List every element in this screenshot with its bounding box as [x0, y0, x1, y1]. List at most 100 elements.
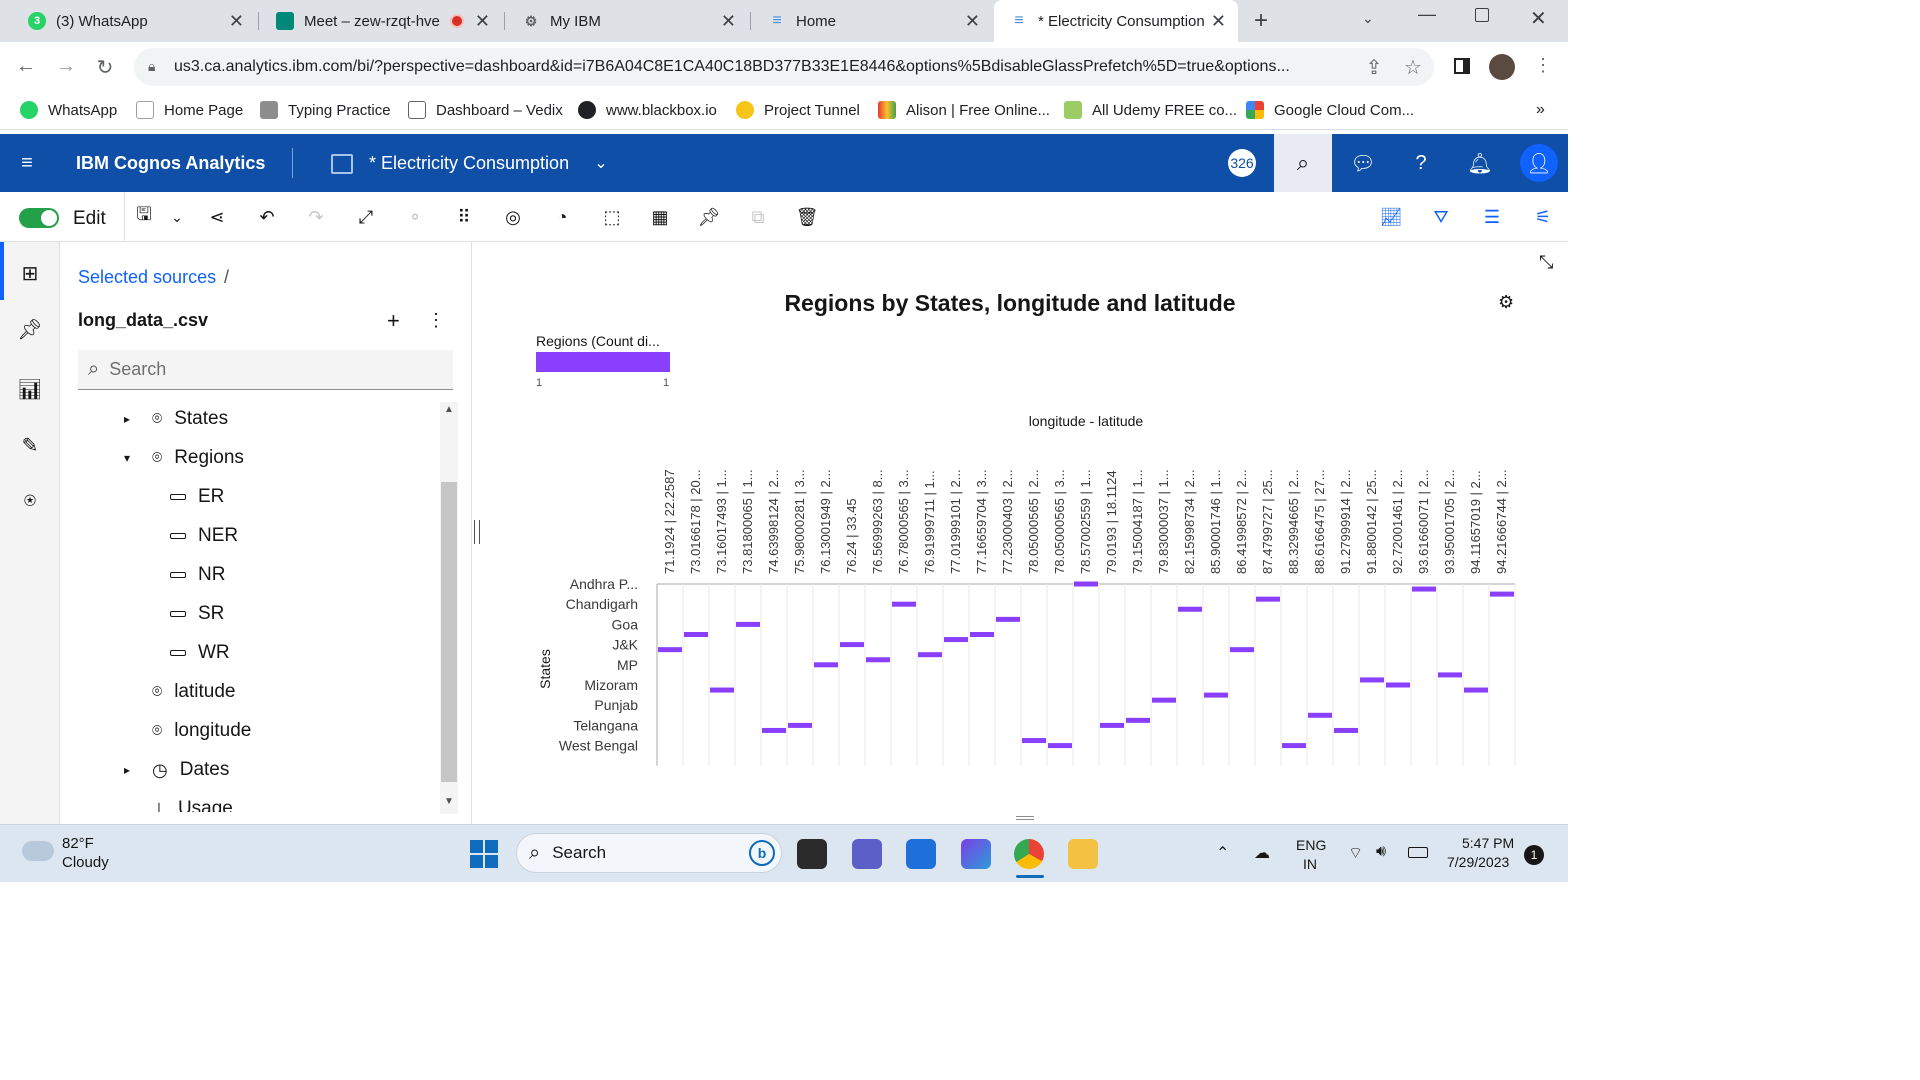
- more-bookmarks-icon[interactable]: »: [1536, 101, 1545, 119]
- tab-whatsapp[interactable]: 3 (3) WhatsApp ✕: [12, 0, 256, 42]
- heatmap-cell[interactable]: [1256, 596, 1280, 602]
- expand-icon[interactable]: ⤢: [354, 205, 378, 229]
- new-tab-button[interactable]: +: [1254, 7, 1268, 35]
- tree-item-wr[interactable]: WR: [170, 638, 230, 668]
- heatmap-cell[interactable]: [1360, 677, 1384, 683]
- heatmap-cell[interactable]: [892, 601, 916, 607]
- copy-icon[interactable]: ⧉: [746, 205, 770, 229]
- store-icon[interactable]: [906, 839, 936, 869]
- heatmap-cell[interactable]: [1464, 687, 1488, 693]
- scroll-down-icon[interactable]: ▼: [444, 796, 454, 807]
- heatmap-cell[interactable]: [944, 637, 968, 643]
- bookmark-star-icon[interactable]: ☆: [1401, 55, 1425, 80]
- tree-item-longitude[interactable]: ⌾ longitude: [124, 716, 251, 746]
- heatmap-cell[interactable]: [1152, 697, 1176, 703]
- filter-connect-icon[interactable]: ⚬: [403, 205, 427, 229]
- profile-avatar[interactable]: [1489, 54, 1515, 80]
- tab-meet[interactable]: Meet – zew-rzqt-hve ✕: [260, 0, 502, 42]
- chevron-down-icon[interactable]: ⌄: [165, 205, 189, 229]
- share-icon[interactable]: ⋖: [205, 205, 229, 229]
- bookmark-blackbox[interactable]: www.blackbox.io: [578, 101, 717, 119]
- bookmark-google-cloud[interactable]: Google Cloud Com...: [1246, 101, 1414, 119]
- share-icon[interactable]: ⇪: [1362, 55, 1386, 80]
- panel-resize-handle[interactable]: [474, 520, 480, 544]
- tree-item-ner[interactable]: NER: [170, 521, 238, 551]
- heatmap-cell[interactable]: [1230, 647, 1254, 653]
- tab-my-ibm[interactable]: ⚙ My IBM ✕: [506, 0, 748, 42]
- dashboard-title[interactable]: * Electricity Consumption: [369, 153, 569, 174]
- onedrive-icon[interactable]: ☁: [1254, 843, 1270, 863]
- tree-item-er[interactable]: ER: [170, 482, 224, 512]
- wifi-icon[interactable]: ⌔: [1348, 843, 1363, 863]
- search-icon[interactable]: ⌕: [1274, 134, 1332, 192]
- bookmark-typing-practice[interactable]: Typing Practice: [260, 101, 391, 119]
- overflow-menu-icon[interactable]: ⋮: [427, 310, 445, 331]
- chevron-down-icon[interactable]: ⌄: [586, 148, 616, 178]
- heatmap-cell[interactable]: [788, 722, 812, 728]
- heatmap-cell[interactable]: [814, 662, 838, 668]
- heatmap-cell[interactable]: [1022, 738, 1046, 744]
- tree-item-sr[interactable]: SR: [170, 599, 224, 629]
- table-icon[interactable]: ▦: [648, 205, 672, 229]
- volume-icon[interactable]: 🔊︎: [1376, 843, 1386, 861]
- caret-icon[interactable]: ▾: [124, 451, 138, 465]
- breadcrumb[interactable]: Selected sources: [78, 267, 216, 288]
- heatmap-cell[interactable]: [736, 621, 760, 627]
- teams-icon[interactable]: [852, 839, 882, 869]
- weather-desc[interactable]: Cloudy: [62, 854, 109, 871]
- tree-scrollbar[interactable]: ▲ ▼: [440, 402, 458, 814]
- heatmap-cell[interactable]: [1282, 743, 1306, 749]
- heatmap-cell[interactable]: [1048, 743, 1072, 749]
- tree-item-nr[interactable]: NR: [170, 560, 225, 590]
- close-icon[interactable]: ✕: [1211, 11, 1226, 32]
- user-icon[interactable]: 👤︎: [1520, 144, 1558, 182]
- tree-item-usage[interactable]: ⊥ Usage: [124, 794, 233, 812]
- heatmap-cell[interactable]: [1386, 682, 1410, 688]
- more-menu-icon[interactable]: ⋮: [1531, 55, 1555, 76]
- heatmap-cell[interactable]: [1204, 692, 1228, 698]
- heatmap-cell[interactable]: [866, 657, 890, 663]
- tree-item-dates[interactable]: ▸ ◷ Dates: [124, 755, 229, 785]
- bookmark-alison[interactable]: Alison | Free Online...: [878, 101, 1050, 119]
- restore-icon[interactable]: [1475, 8, 1489, 22]
- close-window-icon[interactable]: ✕: [1530, 6, 1547, 31]
- language-top[interactable]: ENG: [1296, 837, 1326, 853]
- heatmap-cell[interactable]: [1438, 672, 1462, 678]
- bookmark-udemy[interactable]: All Udemy FREE co...: [1064, 101, 1237, 119]
- pin-icon[interactable]: 📌︎: [697, 205, 721, 229]
- heatmap-cell[interactable]: [996, 616, 1020, 622]
- notification-badge[interactable]: 1: [1524, 845, 1544, 865]
- undo-icon[interactable]: ↶: [255, 205, 279, 229]
- caret-icon[interactable]: ▸: [124, 412, 138, 426]
- tree-item-states[interactable]: ▸ ⌾ States: [124, 404, 228, 434]
- task-view-icon[interactable]: [797, 839, 827, 869]
- search-input[interactable]: ⌕ Search: [78, 350, 453, 390]
- delete-icon[interactable]: 🗑︎: [795, 205, 819, 229]
- heatmap-chart[interactable]: Regions by States, longitude and latitud…: [483, 242, 1568, 814]
- clock-date[interactable]: 7/29/2023: [1447, 854, 1509, 870]
- caret-icon[interactable]: ▸: [124, 763, 138, 777]
- hamburger-menu-icon[interactable]: ≡: [12, 148, 42, 178]
- clock-time[interactable]: 5:47 PM: [1462, 835, 1514, 851]
- taskbar-search[interactable]: ⌕ Search b: [516, 833, 782, 873]
- battery-icon[interactable]: [1408, 847, 1428, 858]
- tab-search-icon[interactable]: ⌄: [1362, 10, 1374, 27]
- close-icon[interactable]: ✕: [721, 11, 736, 32]
- bing-icon[interactable]: b: [749, 840, 775, 866]
- heatmap-cell[interactable]: [1490, 591, 1514, 597]
- select-region-icon[interactable]: ⬚: [600, 205, 624, 229]
- chrome-icon[interactable]: [1014, 839, 1044, 869]
- heatmap-cell[interactable]: [840, 642, 864, 648]
- heatmap-cell[interactable]: [1074, 581, 1098, 587]
- bookmark-whatsapp[interactable]: WhatsApp: [20, 101, 117, 119]
- heatmap-cell[interactable]: [1412, 586, 1436, 592]
- tree-item-regions[interactable]: ▾ ⌾ Regions: [124, 443, 244, 473]
- heatmap-cell[interactable]: [1178, 606, 1202, 612]
- data-sources-icon[interactable]: ⊞: [17, 260, 43, 286]
- file-explorer-icon[interactable]: [1068, 839, 1098, 869]
- properties-icon[interactable]: ⚟: [1531, 205, 1555, 229]
- minimize-icon[interactable]: —: [1418, 4, 1436, 25]
- chat-icon[interactable]: 💬︎: [1348, 148, 1378, 178]
- bell-icon[interactable]: 🔔︎: [1465, 148, 1495, 178]
- layers-icon[interactable]: ☰: [1480, 205, 1504, 229]
